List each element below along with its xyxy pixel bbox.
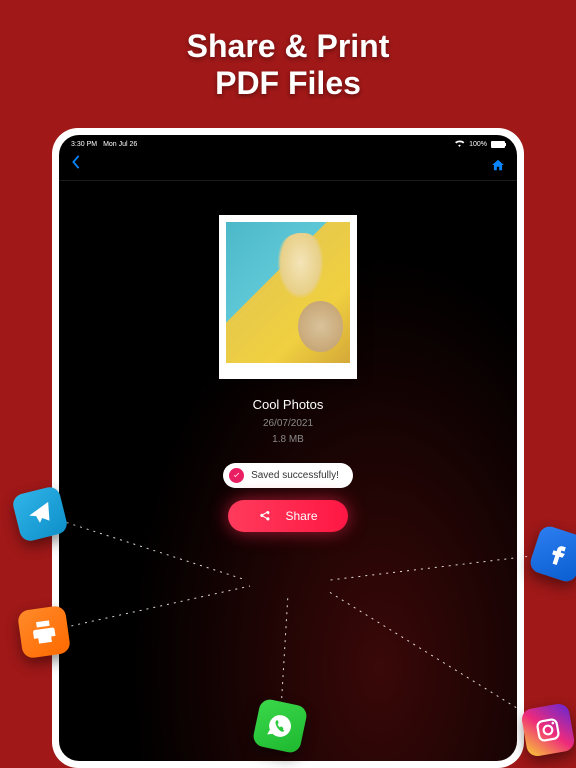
photo-image xyxy=(226,222,350,363)
hero-line1: Share & Print xyxy=(0,28,576,65)
instagram-icon[interactable] xyxy=(520,702,576,758)
device-screen: 3:30 PM Mon Jul 26 100% Cool P xyxy=(59,135,517,761)
share-icon xyxy=(258,510,271,523)
status-time: 3:30 PM xyxy=(71,141,97,148)
home-button[interactable] xyxy=(491,158,505,172)
printer-icon[interactable] xyxy=(17,605,71,659)
file-date: 26/07/2021 xyxy=(263,418,313,429)
save-toast: Saved successfully! xyxy=(223,463,353,488)
wifi-icon xyxy=(454,139,465,149)
whatsapp-icon[interactable] xyxy=(252,698,309,755)
device-frame: 3:30 PM Mon Jul 26 100% Cool P xyxy=(52,128,524,768)
nav-bar xyxy=(59,149,517,181)
facebook-icon[interactable] xyxy=(528,524,576,584)
file-size: 1.8 MB xyxy=(272,434,304,445)
hero-line2: PDF Files xyxy=(0,65,576,102)
battery-icon xyxy=(491,141,505,148)
hero-title: Share & Print PDF Files xyxy=(0,0,576,120)
battery-text: 100% xyxy=(469,141,487,148)
toast-text: Saved successfully! xyxy=(251,470,339,481)
file-title: Cool Photos xyxy=(253,397,324,412)
share-label: Share xyxy=(285,509,317,523)
photo-preview xyxy=(219,215,357,379)
back-button[interactable] xyxy=(71,155,81,174)
check-icon xyxy=(229,468,244,483)
status-bar: 3:30 PM Mon Jul 26 100% xyxy=(59,135,517,149)
content-area: Cool Photos 26/07/2021 1.8 MB Saved succ… xyxy=(59,181,517,532)
share-button[interactable]: Share xyxy=(228,500,347,532)
status-date: Mon Jul 26 xyxy=(103,141,137,148)
